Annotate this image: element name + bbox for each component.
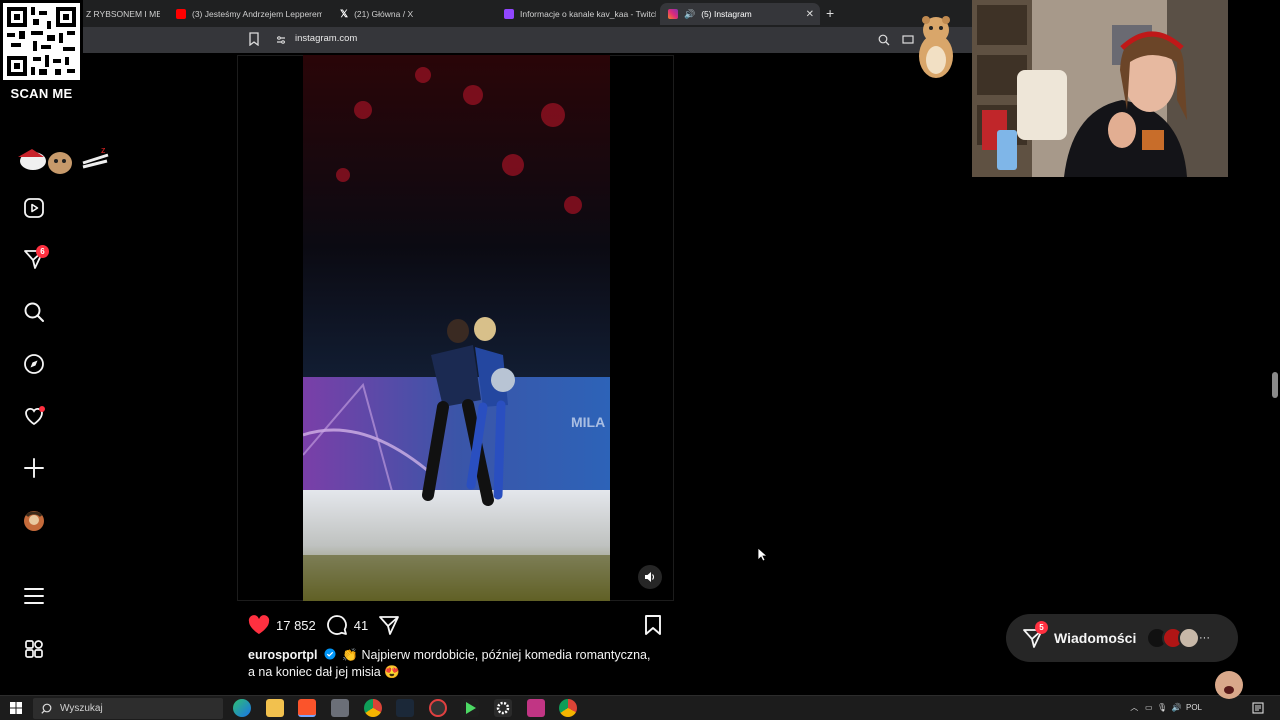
app-icon[interactable] <box>331 699 349 717</box>
webcam-overlay <box>972 0 1228 177</box>
tray-chevron-icon[interactable]: ︿ <box>1130 703 1138 712</box>
comment-icon[interactable] <box>326 614 348 636</box>
mouse-cursor-icon <box>757 547 767 562</box>
settings-gear-icon[interactable] <box>494 699 512 717</box>
close-tab-icon[interactable]: ✕ <box>806 9 814 20</box>
tab-rybson[interactable]: Z RYBSONEM I MED <box>78 3 160 25</box>
windows-taskbar: Wyszukaj ︿ ▭ 🎙 🔊 POL <box>0 695 1280 720</box>
webcam-feed <box>972 0 1228 177</box>
tab-label: Informacje o kanale kav_kaa - Twitch <box>520 9 656 19</box>
bookmark-icon[interactable] <box>248 32 260 46</box>
qr-pattern <box>7 7 76 76</box>
post-caption: eurosportpl 👏 Najpierw mordobicie, późni… <box>248 647 678 681</box>
post-actions: 17 852 41 <box>248 612 400 638</box>
tab-twitch[interactable]: Informacje o kanale kav_kaa - Twitch <box>496 3 656 25</box>
chrome-icon[interactable] <box>364 699 382 717</box>
app-icon[interactable] <box>527 699 545 717</box>
svg-text:MILA: MILA <box>571 414 605 430</box>
twitch-icon <box>504 9 514 19</box>
messages-count-badge: 6 <box>36 245 49 258</box>
messages-avatars: ··· <box>1146 627 1210 649</box>
explore-icon[interactable] <box>20 350 48 378</box>
create-post-icon[interactable] <box>20 454 48 482</box>
share-icon[interactable] <box>378 614 400 636</box>
steam-icon[interactable] <box>396 699 414 717</box>
caption-line-2: a na koniec dał jej misia 😍 <box>248 665 400 679</box>
notifications-heart-icon[interactable] <box>20 402 48 430</box>
tab-instagram[interactable]: 🔊 (5) Instagram ✕ <box>660 3 820 25</box>
taskbar-search[interactable]: Wyszukaj <box>33 698 223 719</box>
unmute-button[interactable] <box>638 565 662 589</box>
network-icon[interactable]: ▭ <box>1145 703 1153 712</box>
instagram-icon <box>668 9 678 19</box>
play-app-icon[interactable] <box>461 699 479 717</box>
page-scrollbar-thumb[interactable] <box>1272 372 1278 398</box>
x-logo-icon: 𝕏 <box>340 8 349 20</box>
volume-icon[interactable]: 🔊 <box>1172 703 1182 712</box>
notifications-icon[interactable] <box>1252 702 1264 714</box>
messages-label: Wiadomości <box>1054 630 1137 646</box>
windows-start-icon[interactable] <box>10 702 22 714</box>
file-explorer-icon[interactable] <box>266 699 284 717</box>
screen: Z RYBSONEM I MED (3) Jesteśmy Andrzejem … <box>0 0 1280 720</box>
svg-text:···: ··· <box>1199 632 1210 644</box>
reels-icon[interactable] <box>20 194 48 222</box>
tab-label: Z RYBSONEM I MED <box>86 9 160 19</box>
reel-video[interactable]: MILA <box>303 55 610 601</box>
system-tray: ︿ ▭ 🎙 🔊 POL <box>1130 702 1202 713</box>
edge-icon[interactable] <box>233 699 251 717</box>
url-text[interactable]: instagram.com <box>295 33 357 44</box>
tab-label: (5) Instagram <box>701 9 752 19</box>
search-icon[interactable] <box>20 298 48 326</box>
youtube-icon <box>176 9 186 19</box>
obs-icon[interactable] <box>429 699 447 717</box>
caption-line-1: 👏 Najpierw mordobicie, później komedia r… <box>342 648 651 662</box>
also-from-meta-icon[interactable] <box>20 635 48 663</box>
microphone-icon[interactable]: 🎙 <box>1157 703 1167 712</box>
direct-messages-icon[interactable]: 6 <box>20 245 49 273</box>
menu-more-icon[interactable] <box>20 582 48 610</box>
search-placeholder: Wyszukaj <box>60 703 103 714</box>
site-settings-icon[interactable] <box>276 35 286 45</box>
tab-label: (3) Jesteśmy Andrzejem Lepperem! ( <box>192 9 322 19</box>
language-indicator[interactable]: POL <box>1186 703 1202 712</box>
like-heart-icon[interactable] <box>248 615 270 635</box>
speaker-icon <box>645 572 655 582</box>
webcam-side <box>1228 0 1280 177</box>
verified-badge-icon <box>324 648 336 660</box>
comments-count[interactable]: 41 <box>354 618 368 633</box>
likes-count[interactable]: 17 852 <box>276 618 316 633</box>
svg-text:z: z <box>101 145 106 155</box>
tab-youtube[interactable]: (3) Jesteśmy Andrzejem Lepperem! ( <box>168 3 322 25</box>
qr-code <box>3 3 80 80</box>
emote-stickers: z <box>8 141 113 177</box>
save-bookmark-icon[interactable] <box>643 614 663 636</box>
messages-icon-wrap: 5 <box>1022 621 1048 649</box>
hamster-sticker <box>919 16 953 78</box>
search-icon <box>41 703 52 714</box>
messages-unread-badge: 5 <box>1035 621 1048 634</box>
caption-username[interactable]: eurosportpl <box>248 648 317 662</box>
emote-face <box>1215 671 1243 699</box>
video-frame-figure-skaters: MILA <box>303 55 610 601</box>
profile-avatar[interactable] <box>20 507 48 535</box>
messages-button[interactable]: 5 Wiadomości ··· <box>1006 614 1238 662</box>
brave-browser-icon[interactable] <box>298 699 316 717</box>
new-tab-button[interactable]: + <box>826 5 834 21</box>
scan-me-label: SCAN ME <box>10 86 73 101</box>
qr-overlay: SCAN ME <box>0 0 83 104</box>
chrome-icon-2[interactable] <box>559 699 577 717</box>
speaker-icon: 🔊 <box>684 8 696 19</box>
tab-label: (21) Główna / X <box>354 9 414 19</box>
tab-x[interactable]: 𝕏 (21) Główna / X <box>332 3 492 25</box>
zoom-icon[interactable] <box>878 34 890 46</box>
